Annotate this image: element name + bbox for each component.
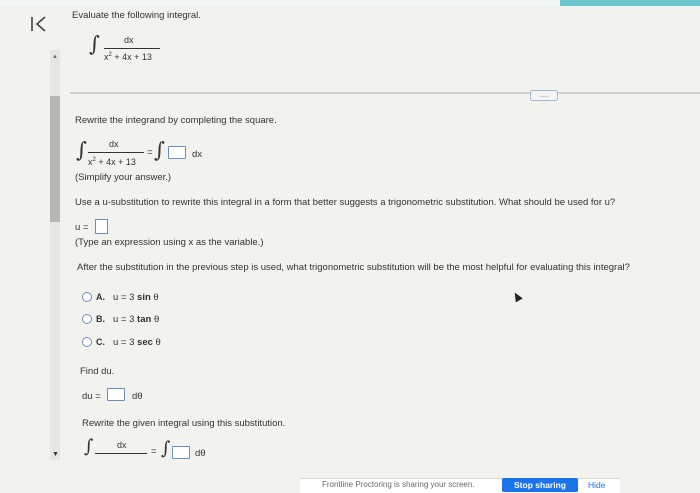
step1-numerator: dx	[109, 139, 119, 149]
option-a-radio[interactable]	[82, 292, 92, 302]
step1-hint: (Simplify your answer.)	[75, 172, 172, 183]
step1-equals: =	[147, 147, 153, 158]
step1-differential: dx	[192, 149, 203, 160]
step2-u-label: u =	[75, 222, 89, 233]
step5-fraction-bar	[95, 453, 147, 454]
step2-hint: (Type an expression using x as the varia…	[75, 237, 264, 248]
u-input[interactable]	[95, 219, 108, 234]
back-to-start-button[interactable]	[28, 14, 52, 34]
option-c-text[interactable]: u = 3 sec θ	[113, 337, 161, 348]
screen-sharing-message: Frontline Proctoring is sharing your scr…	[322, 480, 475, 489]
option-c-letter: C.	[96, 337, 105, 347]
option-c-radio[interactable]	[82, 337, 92, 347]
step1-rhs-integral-sign: ∫	[154, 138, 165, 162]
step1-instruction: Rewrite the integrand by completing the …	[75, 115, 277, 126]
back-to-start-icon	[31, 16, 46, 32]
integral-numerator: dx	[124, 35, 134, 45]
scroll-up-arrow-icon[interactable]: ▲	[52, 54, 58, 60]
integral-sign: ∫	[89, 32, 100, 56]
integral-denominator: x2 + 4x + 13	[104, 52, 152, 62]
step4-instruction: Find du.	[80, 366, 115, 377]
option-b-letter: B.	[96, 314, 105, 324]
hide-sharing-bar-button[interactable]: Hide	[588, 480, 605, 490]
step1-integrand-input[interactable]	[168, 146, 186, 159]
option-b-radio[interactable]	[82, 314, 92, 324]
problem-prompt: Evaluate the following integral.	[72, 10, 201, 21]
step3-instruction: After the substitution in the previous s…	[77, 262, 630, 273]
step5-instruction: Rewrite the given integral using this su…	[82, 418, 286, 429]
step1-denominator: x2 + 4x + 13	[88, 157, 136, 167]
step1-fraction-bar	[88, 152, 144, 153]
step5-equals: =	[151, 446, 157, 457]
step5-dtheta: dθ	[195, 448, 206, 459]
section-divider	[70, 92, 700, 94]
step4-dtheta: dθ	[132, 391, 143, 402]
step2-instruction: Use a u-substitution to rewrite this int…	[75, 197, 616, 208]
show-more-button[interactable]: .....	[530, 90, 558, 101]
step5-integral-sign: ∫	[84, 436, 94, 457]
option-a-text[interactable]: u = 3 sin θ	[113, 292, 159, 303]
option-b-text[interactable]: u = 3 tan θ	[113, 314, 159, 325]
option-a-letter: A.	[96, 292, 105, 302]
du-input[interactable]	[107, 388, 125, 401]
top-accent-bar	[560, 0, 700, 6]
integral-fraction-bar	[104, 48, 160, 49]
step4-du-label: du =	[82, 391, 101, 402]
step5-integrand-input[interactable]	[172, 446, 190, 459]
scroll-down-arrow-icon[interactable]: ▼	[52, 451, 59, 458]
step1-integral-sign: ∫	[76, 138, 87, 162]
mouse-cursor-icon	[511, 290, 523, 303]
top-status-bar	[0, 0, 700, 6]
step5-numerator: dx	[117, 440, 127, 450]
step5-rhs-integral-sign: ∫	[161, 438, 171, 459]
scrollbar-thumb[interactable]	[50, 96, 60, 222]
